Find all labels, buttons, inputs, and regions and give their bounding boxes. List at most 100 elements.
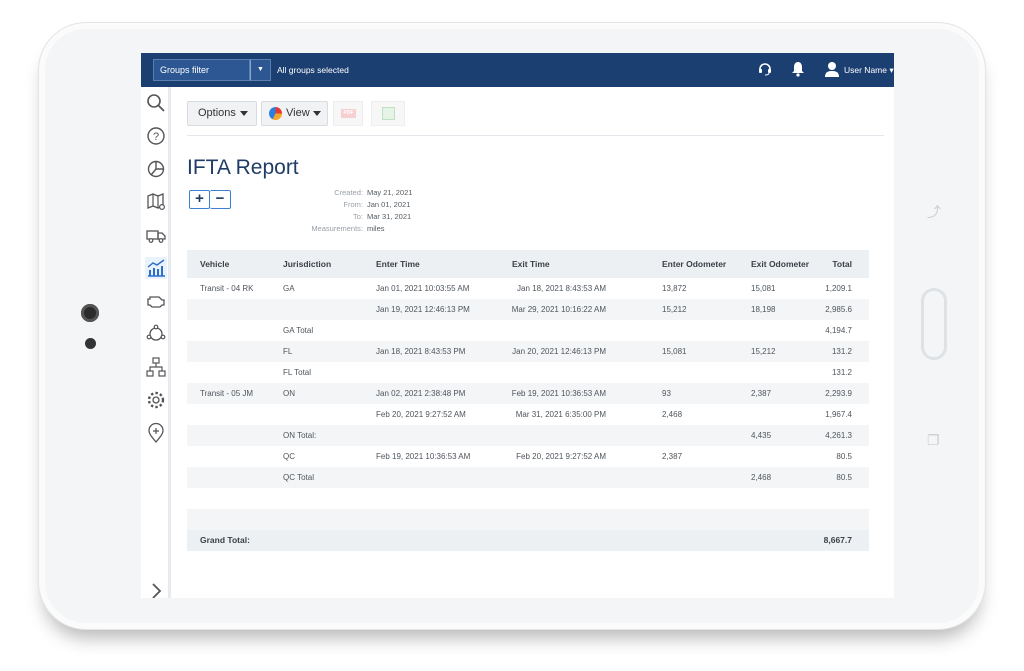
table-row: Jan 19, 2021 12:46:13 PM Mar 29, 2021 10…	[187, 299, 869, 320]
reports-icon[interactable]	[145, 257, 167, 279]
table-row: GA Total 4,194.7	[187, 320, 869, 341]
zone-icon[interactable]	[145, 422, 167, 444]
options-label: Options	[198, 107, 236, 119]
chevron-right-icon[interactable]	[147, 580, 165, 598]
cell-enter-time: Feb 19, 2021 10:36:53 AM	[376, 452, 471, 461]
user-menu[interactable]: User Name ▾	[844, 61, 894, 79]
header-enter-time[interactable]: Enter Time	[376, 250, 420, 278]
report-content: Options View PDF IFTA Report + − Created…	[175, 87, 894, 598]
cell-enter-time: Jan 01, 2021 10:03:55 AM	[376, 284, 470, 293]
pie-chart-icon[interactable]	[145, 158, 167, 180]
header-total[interactable]: Total	[832, 250, 852, 278]
cell-exit-time: Jan 20, 2021 12:46:13 PM	[512, 347, 606, 356]
svg-text:?: ?	[153, 131, 159, 143]
header-exit-time[interactable]: Exit Time	[512, 250, 550, 278]
rules-icon[interactable]	[145, 323, 167, 345]
cell-exit-time: Mar 31, 2021 6:35:00 PM	[515, 410, 606, 419]
truck-icon[interactable]	[145, 224, 167, 246]
table-header: Vehicle Jurisdiction Enter Time Exit Tim…	[187, 250, 869, 278]
meta-created: Created: May 21, 2021	[334, 188, 413, 197]
cell-exit-odometer: 15,081	[751, 284, 776, 293]
cell-total: 4,261.3	[825, 431, 852, 440]
cell-exit-time: Jan 18, 2021 8:43:53 AM	[517, 284, 606, 293]
cell-jurisdiction: GA Total	[283, 326, 314, 335]
table-row: QC Feb 19, 2021 10:36:53 AM Feb 20, 2021…	[187, 446, 869, 467]
grand-total-row: Grand Total: 8,667.7	[187, 530, 869, 551]
header-vehicle[interactable]: Vehicle	[200, 250, 229, 278]
table-row: QC Total 2,468 80.5	[187, 467, 869, 488]
table-spacer-row	[187, 509, 869, 530]
header-jurisdiction[interactable]: Jurisdiction	[283, 250, 331, 278]
map-icon[interactable]	[145, 191, 167, 213]
cell-exit-time: Feb 19, 2021 10:36:53 AM	[511, 389, 606, 398]
excel-icon	[382, 107, 395, 120]
search-icon[interactable]	[145, 92, 167, 114]
groups-filter-button[interactable]: Groups filter	[153, 59, 250, 81]
table-row: FL Total 131.2	[187, 362, 869, 383]
cell-jurisdiction: GA	[283, 284, 295, 293]
engine-icon[interactable]	[145, 290, 167, 312]
table-row: ON Total: 4,435 4,261.3	[187, 425, 869, 446]
cell-enter-odometer: 15,081	[662, 347, 687, 356]
cell-enter-time: Jan 02, 2021 2:38:48 PM	[376, 389, 466, 398]
cell-vehicle: Transit - 05 JM	[200, 389, 254, 398]
cell-exit-time: Mar 29, 2021 10:16:22 AM	[511, 305, 606, 314]
cell-jurisdiction: ON Total:	[283, 431, 317, 440]
cell-total: 4,194.7	[825, 326, 852, 335]
page-title: IFTA Report	[187, 156, 299, 179]
header-exit-odometer[interactable]: Exit Odometer	[751, 250, 809, 278]
collapse-all-button[interactable]: −	[210, 190, 231, 209]
side-arrow-icon: ⤴	[927, 204, 941, 220]
cell-exit-odometer: 2,387	[751, 389, 772, 398]
ifta-table: Vehicle Jurisdiction Enter Time Exit Tim…	[187, 250, 869, 551]
grand-total-value: 8,667.7	[823, 535, 852, 545]
export-pdf-button[interactable]: PDF	[333, 101, 363, 126]
view-button[interactable]: View	[261, 101, 328, 126]
cell-total: 80.5	[836, 473, 852, 482]
bell-icon[interactable]	[791, 61, 805, 77]
groups-filter-dropdown[interactable]: ▼	[250, 59, 271, 81]
cell-enter-time: Feb 20, 2021 9:27:52 AM	[376, 410, 466, 419]
cell-enter-time: Jan 18, 2021 8:43:53 PM	[376, 347, 466, 356]
camera-icon	[81, 304, 99, 322]
cell-jurisdiction: QC Total	[283, 473, 314, 482]
cell-jurisdiction: QC	[283, 452, 295, 461]
cell-exit-odometer: 15,212	[751, 347, 776, 356]
groups-selected-text: All groups selected	[277, 65, 349, 75]
table-spacer	[187, 488, 869, 509]
cell-total: 1,967.4	[825, 410, 852, 419]
export-excel-button[interactable]	[371, 101, 405, 126]
options-button[interactable]: Options	[187, 101, 257, 126]
expand-all-button[interactable]: +	[189, 190, 210, 209]
sidebar: ?	[141, 87, 171, 598]
cell-total: 131.2	[831, 368, 852, 377]
chevron-down-icon	[313, 111, 321, 116]
cell-jurisdiction: ON	[283, 389, 295, 398]
cell-total: 2,293.9	[825, 389, 852, 398]
top-bar: Groups filter ▼ All groups selected User…	[141, 53, 894, 87]
toolbar-divider	[187, 135, 884, 136]
view-label: View	[286, 107, 310, 119]
table-row: Feb 20, 2021 9:27:52 AM Mar 31, 2021 6:3…	[187, 404, 869, 425]
cell-total: 80.5	[836, 452, 852, 461]
headset-icon[interactable]	[758, 62, 772, 76]
meta-measurements: Measurements: miles	[311, 224, 385, 233]
pdf-icon: PDF	[341, 109, 356, 118]
grand-total-label: Grand Total:	[200, 535, 250, 545]
home-button[interactable]	[921, 288, 947, 360]
user-avatar-icon[interactable]	[825, 61, 839, 77]
table-row: Transit - 05 JM ON Jan 02, 2021 2:38:48 …	[187, 383, 869, 404]
settings-icon[interactable]	[145, 389, 167, 411]
cell-enter-odometer: 2,468	[662, 410, 683, 419]
table-row: Transit - 04 RK GA Jan 01, 2021 10:03:55…	[187, 278, 869, 299]
pie-chart-icon	[268, 106, 283, 121]
help-icon[interactable]: ?	[145, 125, 167, 147]
hierarchy-icon[interactable]	[145, 356, 167, 378]
chevron-down-icon	[240, 111, 248, 116]
sensor-icon	[85, 338, 96, 349]
cell-exit-odometer: 4,435	[751, 431, 772, 440]
cell-enter-odometer: 2,387	[662, 452, 683, 461]
app-screen: Groups filter ▼ All groups selected User…	[141, 53, 894, 598]
cell-jurisdiction: FL	[283, 347, 293, 356]
header-enter-odometer[interactable]: Enter Odometer	[662, 250, 726, 278]
